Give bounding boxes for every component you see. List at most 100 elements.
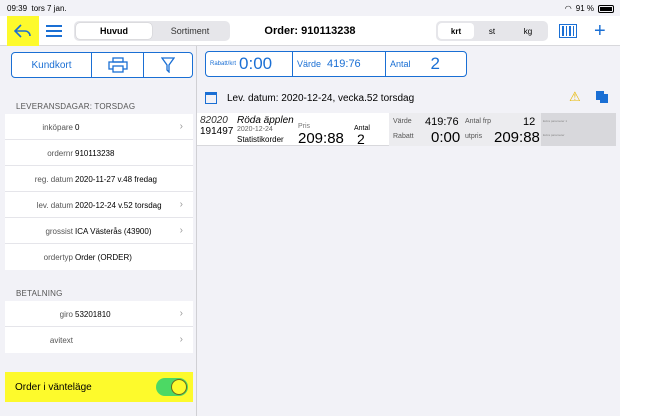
row-label: ordertyp bbox=[43, 253, 73, 262]
totals-rabatt-value: 0:00 bbox=[239, 54, 273, 73]
item-name: Röda äpplen bbox=[237, 115, 294, 126]
battery-status: ◠ 91 % bbox=[565, 4, 614, 13]
row-label: avitext bbox=[49, 336, 73, 345]
item-extra-params: Extra parameter 1 Extra parameter bbox=[541, 113, 616, 146]
totals-rabatt: Rabatt/krt 0:00 bbox=[206, 52, 293, 76]
item-utpris-label: utpris bbox=[465, 133, 483, 140]
printer-icon bbox=[107, 57, 128, 73]
top-bar: Huvud Sortiment Order: 910113238 krt st … bbox=[0, 16, 620, 46]
payment-group: giro 53201810 › avitext › bbox=[5, 301, 193, 353]
chevron-right-icon: › bbox=[179, 334, 183, 345]
totals-rabatt-label: Rabatt/krt bbox=[210, 61, 237, 67]
wait-mode-toggle[interactable] bbox=[156, 378, 188, 396]
row-label: ordernr bbox=[47, 149, 73, 158]
view-segment: Huvud Sortiment bbox=[74, 21, 230, 41]
row-grossist[interactable]: grossist ICA Västerås (43900) › bbox=[5, 218, 193, 244]
battery-label: 91 % bbox=[575, 4, 594, 13]
row-lev-datum[interactable]: lev. datum 2020-12-24 v.52 torsdag › bbox=[5, 192, 193, 218]
status-bar: 09:39 tors 7 jan. ◠ 91 % bbox=[0, 0, 620, 16]
sidebar-button-row: Kundkort bbox=[11, 52, 193, 78]
item-value-box: Värde 419:76 Rabatt 0:00 Antal frp 12 ut… bbox=[389, 113, 541, 146]
barcode-icon[interactable] bbox=[559, 24, 577, 38]
delivery-date-text: Lev. datum: 2020-12-24, vecka.52 torsdag bbox=[227, 92, 415, 104]
row-reg-datum: reg. datum 2020-11-27 v.48 fredag bbox=[5, 166, 193, 192]
leverans-header: LEVERANSDAGAR: TORSDAG bbox=[16, 102, 136, 111]
filter-icon bbox=[160, 57, 175, 73]
panel-divider bbox=[196, 46, 197, 416]
item-antal-frp-label: Antal frp bbox=[465, 118, 492, 125]
order-line-item[interactable]: 82020 191497 Röda äpplen 2020-12-24 Stat… bbox=[197, 113, 616, 147]
kundkort-button[interactable]: Kundkort bbox=[12, 53, 92, 77]
item-varde: 419:76 bbox=[425, 116, 459, 128]
row-ordernr: ordernr 910113238 bbox=[5, 140, 193, 166]
row-value: 0 bbox=[75, 123, 80, 132]
tab-huvud[interactable]: Huvud bbox=[76, 23, 152, 39]
item-nr1: 82020 bbox=[200, 115, 228, 126]
row-value: 53201810 bbox=[75, 310, 111, 319]
item-rabatt: 0:00 bbox=[431, 129, 461, 146]
chevron-right-icon: › bbox=[179, 225, 183, 236]
chevron-right-icon: › bbox=[179, 121, 183, 132]
row-label: inköpare bbox=[42, 123, 73, 132]
totals-antal: Antal 2 bbox=[386, 52, 466, 76]
totals-varde-label: Värde bbox=[297, 59, 322, 69]
chevron-right-icon: › bbox=[179, 199, 183, 210]
tab-sortiment[interactable]: Sortiment bbox=[152, 23, 228, 39]
unit-segment: krt st kg bbox=[436, 21, 548, 41]
delivery-date-row: Lev. datum: 2020-12-24, vecka.52 torsdag… bbox=[205, 89, 615, 107]
menu-icon bbox=[46, 25, 62, 27]
row-value: ICA Västerås (43900) bbox=[75, 227, 152, 236]
row-giro[interactable]: giro 53201810 › bbox=[5, 301, 193, 327]
wait-mode-row: Order i vänteläge bbox=[5, 372, 193, 402]
wait-mode-label: Order i vänteläge bbox=[15, 382, 92, 393]
extra-param-2: Extra parameter bbox=[543, 133, 565, 137]
row-inkopare[interactable]: inköpare 0 › bbox=[5, 114, 193, 140]
order-info-group: inköpare 0 › ordernr 910113238 reg. datu… bbox=[5, 114, 193, 270]
item-varde-label: Värde bbox=[393, 118, 412, 125]
totals-varde: Värde 419:76 bbox=[293, 52, 386, 76]
calendar-icon[interactable] bbox=[205, 92, 217, 104]
unit-kg[interactable]: kg bbox=[510, 23, 546, 39]
totals-varde-value: 419:76 bbox=[327, 58, 361, 70]
battery-icon bbox=[598, 4, 614, 13]
item-nr2: 191497 bbox=[200, 126, 234, 137]
item-stat: Statistikorder bbox=[237, 135, 284, 144]
page-title: Order: 910113238 bbox=[264, 25, 356, 37]
filter-button[interactable] bbox=[144, 53, 191, 77]
row-avitext[interactable]: avitext › bbox=[5, 327, 193, 353]
row-ordertyp: ordertyp Order (ORDER) bbox=[5, 244, 193, 270]
totals-antal-value: 2 bbox=[430, 54, 440, 73]
sidebar: Kundkort LEVERANSDAGAR: TORSDAG inköpare… bbox=[0, 46, 200, 416]
totals-antal-label: Antal bbox=[390, 59, 411, 69]
order-totals: Rabatt/krt 0:00 Värde 419:76 Antal 2 bbox=[205, 51, 467, 77]
back-arrow-icon bbox=[14, 24, 31, 38]
copy-icon[interactable] bbox=[596, 91, 608, 103]
app-frame: 09:39 tors 7 jan. ◠ 91 % Huvud Sortiment… bbox=[0, 0, 620, 416]
item-date: 2020-12-24 bbox=[237, 126, 273, 133]
row-label: giro bbox=[59, 310, 73, 319]
row-value: 2020-12-24 v.52 torsdag bbox=[75, 201, 162, 210]
status-time: 09:39 tors 7 jan. bbox=[7, 4, 67, 13]
menu-button[interactable] bbox=[46, 23, 62, 39]
warning-icon[interactable]: ⚠ bbox=[569, 89, 581, 105]
row-label: reg. datum bbox=[34, 175, 73, 184]
chevron-right-icon: › bbox=[179, 308, 183, 319]
wifi-icon: ◠ bbox=[564, 4, 572, 13]
item-antal: 2 bbox=[357, 131, 365, 147]
item-rabatt-label: Rabatt bbox=[393, 133, 414, 140]
plus-icon[interactable]: + bbox=[594, 19, 606, 43]
item-utpris: 209:88 bbox=[494, 129, 540, 146]
betalning-header: BETALNING bbox=[16, 289, 63, 298]
row-value: Order (ORDER) bbox=[75, 253, 132, 262]
item-pris: 209:88 bbox=[298, 130, 344, 147]
print-button[interactable] bbox=[92, 53, 144, 77]
row-label: lev. datum bbox=[36, 201, 73, 210]
unit-st[interactable]: st bbox=[474, 23, 510, 39]
row-value: 910113238 bbox=[75, 149, 115, 158]
extra-param-1: Extra parameter 1 bbox=[543, 119, 568, 123]
row-value: 2020-11-27 v.48 fredag bbox=[75, 175, 157, 184]
unit-krt[interactable]: krt bbox=[438, 23, 474, 39]
item-pris-label: Pris bbox=[298, 123, 311, 130]
back-button[interactable] bbox=[7, 16, 39, 46]
row-label: grossist bbox=[45, 227, 73, 236]
